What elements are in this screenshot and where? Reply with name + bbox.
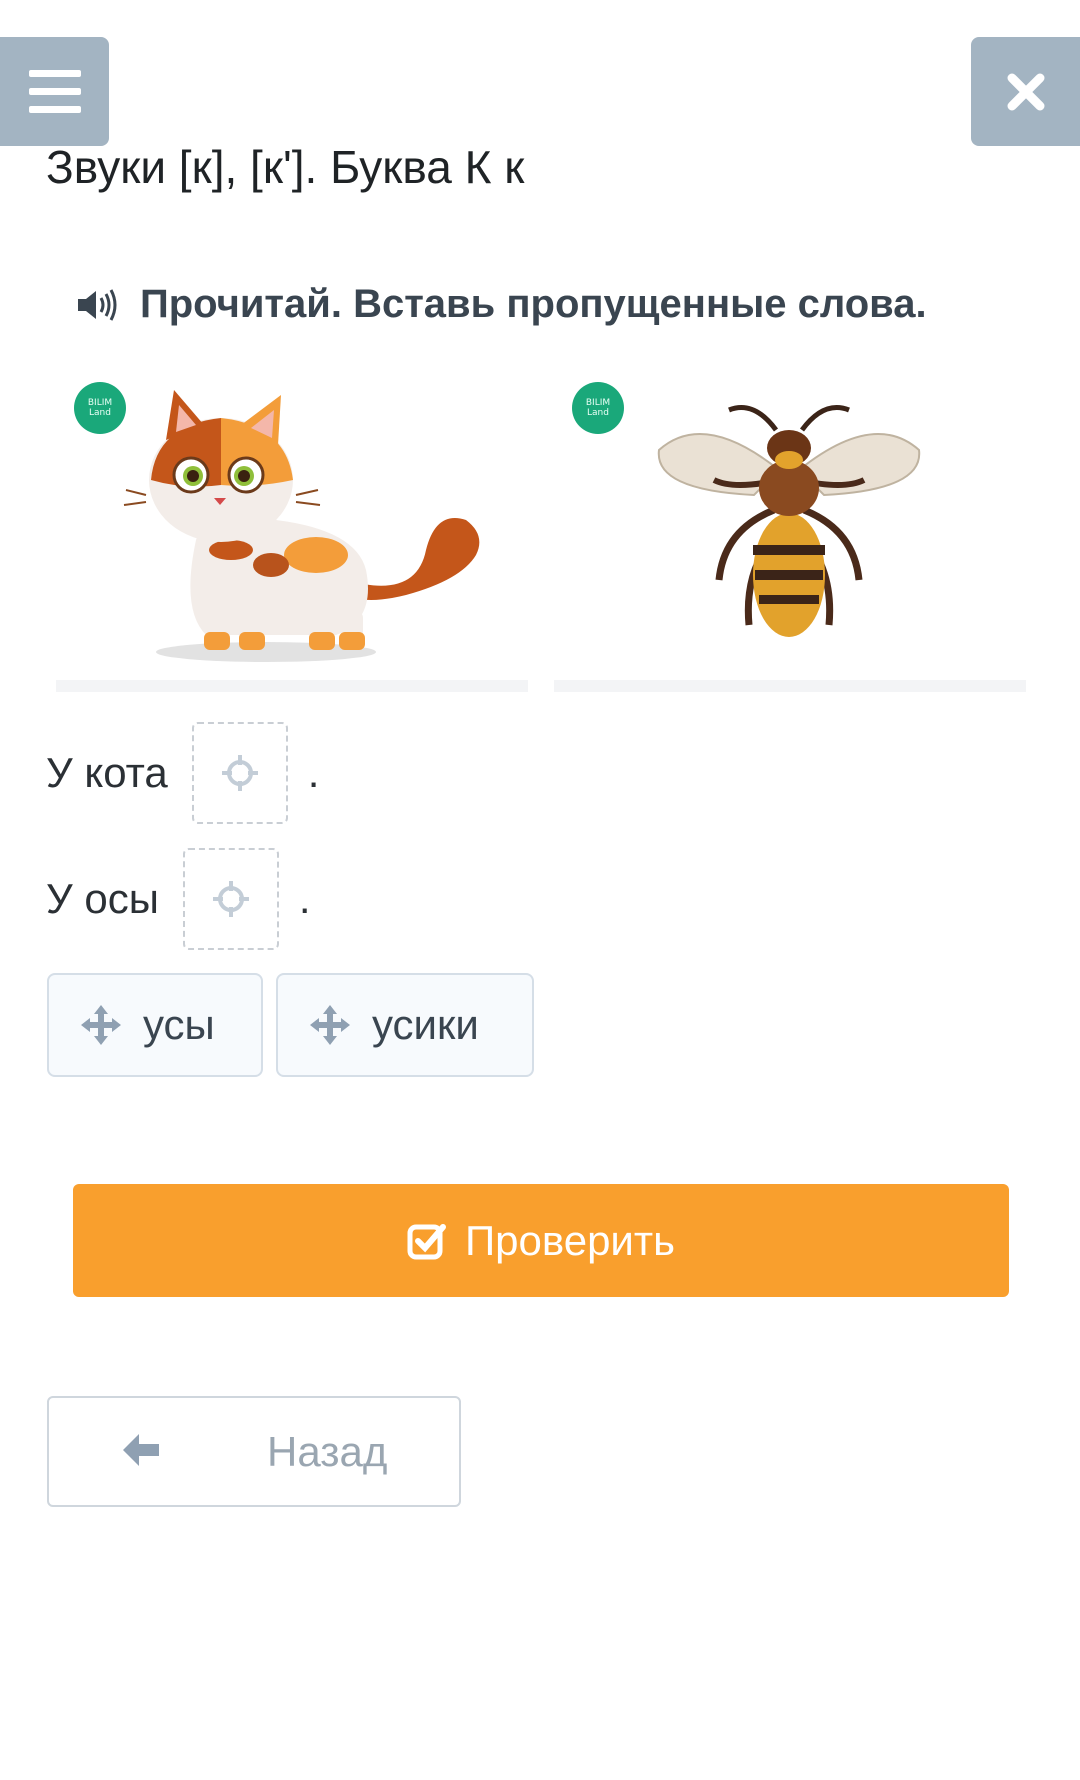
hamburger-icon (28, 69, 81, 113)
wasp-image-card: BILIM Land (554, 370, 1026, 692)
sentence-row: У кота . (46, 722, 319, 824)
crosshair-icon (221, 755, 258, 791)
checkbox-icon (407, 1223, 446, 1259)
image-shelf (554, 680, 1026, 692)
sentence-prefix: У осы (46, 875, 159, 922)
instruction-text: Прочитай. Вставь пропущенные слова. (140, 282, 927, 326)
close-button[interactable] (971, 37, 1080, 146)
speaker-icon[interactable] (76, 288, 118, 322)
crosshair-icon (212, 881, 249, 917)
sentence-suffix: . (298, 875, 311, 922)
cat-image-card: BILIM Land (56, 370, 528, 692)
bilimland-logo: BILIM Land (74, 382, 126, 434)
sentence-prefix: У кота (46, 749, 168, 796)
close-icon (1007, 73, 1044, 110)
bilimland-logo: BILIM Land (572, 382, 624, 434)
check-button[interactable]: Проверить (73, 1184, 1009, 1297)
arrow-left-icon (123, 1434, 159, 1466)
option-label: усики (372, 1001, 479, 1048)
task-instruction: Прочитай. Вставь пропущенные слова. (76, 282, 927, 327)
sentence-row: У осы . (46, 848, 311, 950)
page-title: Звуки [к], [к']. Буква К к (46, 141, 525, 193)
sentence-suffix: . (307, 749, 320, 796)
check-button-label: Проверить (464, 1216, 676, 1264)
back-button-label: Назад (267, 1428, 388, 1475)
cat-illustration (123, 390, 480, 662)
drag-move-icon (308, 1003, 352, 1047)
option-chip[interactable]: усики (276, 973, 534, 1077)
option-label: усы (143, 1001, 215, 1048)
menu-button[interactable] (0, 37, 109, 146)
drop-zone[interactable] (191, 722, 288, 824)
option-chip[interactable]: усы (47, 973, 263, 1077)
drag-move-icon (79, 1003, 123, 1047)
wasp-illustration (657, 405, 921, 637)
back-button[interactable]: Назад (47, 1396, 461, 1507)
image-shelf (56, 680, 528, 692)
drop-zone[interactable] (182, 848, 279, 950)
